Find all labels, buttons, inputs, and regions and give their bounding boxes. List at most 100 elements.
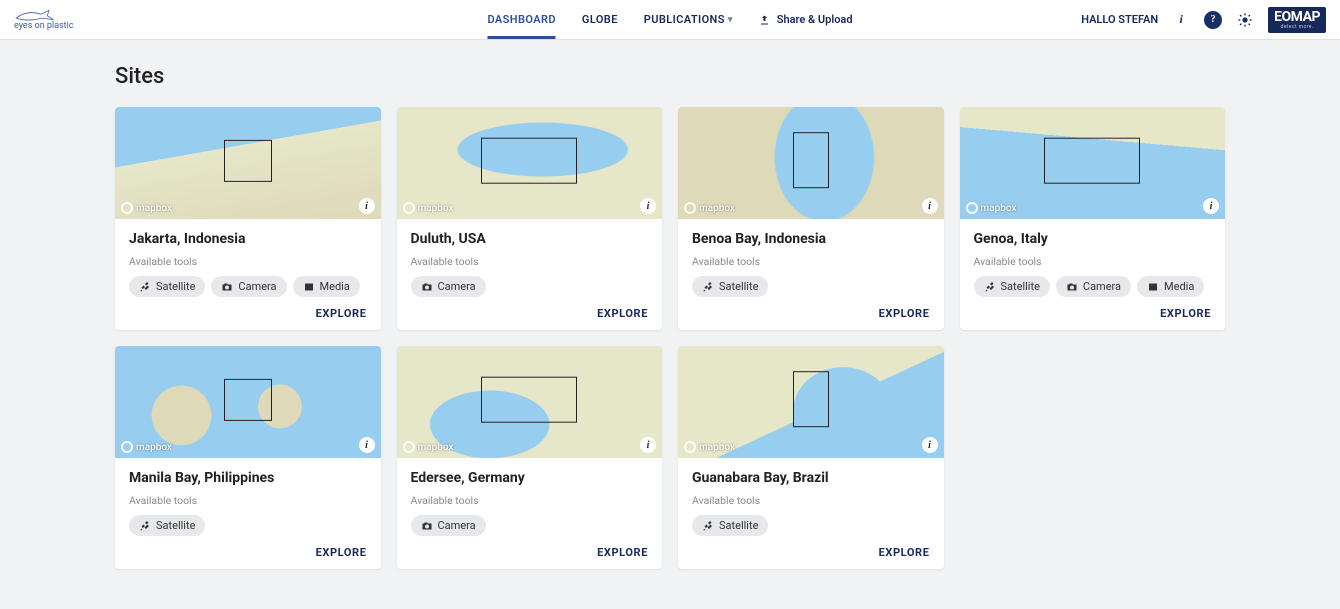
map-info-icon[interactable]: i [922, 437, 938, 453]
site-title: Duluth, USA [411, 231, 649, 247]
mapbox-label: mapbox [418, 203, 454, 214]
site-card-body: Edersee, Germany Available tools Camera … [397, 458, 663, 569]
site-card: mapbox i Edersee, Germany Available tool… [397, 346, 663, 569]
roi-rectangle [1044, 138, 1140, 184]
tool-chip-row: Satellite [692, 515, 930, 536]
nav-dashboard[interactable]: DASHBOARD [487, 0, 555, 39]
sites-grid: mapbox i Jakarta, Indonesia Available to… [115, 107, 1225, 569]
site-map-thumbnail[interactable]: mapbox i [397, 346, 663, 458]
help-icon[interactable]: ? [1204, 11, 1222, 29]
tool-chip-label: Camera [438, 280, 476, 293]
site-map-thumbnail[interactable]: mapbox i [678, 107, 944, 219]
tool-chip-camera[interactable]: Camera [411, 276, 486, 297]
camera-icon [1066, 281, 1078, 293]
tool-chip-row: Satellite [129, 515, 367, 536]
site-map-thumbnail[interactable]: mapbox i [397, 107, 663, 219]
mapbox-attribution[interactable]: mapbox [121, 441, 172, 453]
explore-button[interactable]: EXPLORE [597, 546, 648, 559]
eomap-strap-text: detect more. [1281, 25, 1314, 30]
theme-toggle-icon[interactable] [1236, 11, 1254, 29]
explore-button[interactable]: EXPLORE [879, 307, 930, 320]
explore-button[interactable]: EXPLORE [316, 546, 367, 559]
logo-eomap[interactable]: EOMAP detect more. [1268, 7, 1326, 33]
explore-button[interactable]: EXPLORE [879, 546, 930, 559]
site-card: mapbox i Manila Bay, Philippines Availab… [115, 346, 381, 569]
tool-chip-camera[interactable]: Camera [411, 515, 486, 536]
mapbox-icon [121, 202, 133, 214]
mapbox-attribution[interactable]: mapbox [121, 202, 172, 214]
tool-chip-satellite[interactable]: Satellite [974, 276, 1050, 297]
tool-chip-label: Camera [238, 280, 276, 293]
app-header: eyes on plastic DASHBOARD GLOBE PUBLICAT… [0, 0, 1340, 40]
camera-icon [421, 281, 433, 293]
map-info-icon[interactable]: i [922, 198, 938, 214]
mapbox-icon [121, 441, 133, 453]
tool-chip-camera[interactable]: Camera [211, 276, 286, 297]
logo-eyes-on-plastic[interactable]: eyes on plastic [14, 8, 74, 31]
main-nav: DASHBOARD GLOBE PUBLICATIONS ▾ Share & U… [487, 0, 852, 39]
tool-chip-label: Satellite [156, 280, 195, 293]
camera-icon [221, 281, 233, 293]
satellite-icon [139, 520, 151, 532]
site-card-body: Genoa, Italy Available tools Satellite C… [960, 219, 1226, 330]
mapbox-icon [403, 202, 415, 214]
site-map-thumbnail[interactable]: mapbox i [960, 107, 1226, 219]
roi-rectangle [793, 132, 829, 188]
site-map-thumbnail[interactable]: mapbox i [678, 346, 944, 458]
nav-share-label: Share & Upload [777, 13, 853, 26]
site-card: mapbox i Duluth, USA Available tools Cam… [397, 107, 663, 330]
mapbox-attribution[interactable]: mapbox [684, 441, 735, 453]
user-greeting[interactable]: HALLO STEFAN [1081, 13, 1158, 26]
tool-chip-row: Satellite Camera Media [974, 276, 1212, 297]
site-card-body: Benoa Bay, Indonesia Available tools Sat… [678, 219, 944, 330]
tool-chip-media[interactable]: Media [293, 276, 360, 297]
explore-button[interactable]: EXPLORE [597, 307, 648, 320]
site-map-thumbnail[interactable]: mapbox i [115, 346, 381, 458]
nav-publications[interactable]: PUBLICATIONS ▾ [644, 0, 733, 39]
site-card-body: Jakarta, Indonesia Available tools Satel… [115, 219, 381, 330]
mapbox-label: mapbox [136, 442, 172, 453]
map-info-icon[interactable]: i [640, 437, 656, 453]
nav-share-upload[interactable]: Share & Upload [759, 13, 853, 26]
main-content: Sites mapbox i Jakarta, Indonesia Availa… [0, 40, 1340, 609]
map-info-icon[interactable]: i [1203, 198, 1219, 214]
tool-chip-row: Satellite Camera Media [129, 276, 367, 297]
roi-rectangle [793, 371, 829, 427]
tool-chip-satellite[interactable]: Satellite [692, 276, 768, 297]
camera-icon [421, 520, 433, 532]
mapbox-attribution[interactable]: mapbox [684, 202, 735, 214]
available-tools-label: Available tools [974, 255, 1212, 268]
tool-chip-media[interactable]: Media [1137, 276, 1204, 297]
explore-button[interactable]: EXPLORE [316, 307, 367, 320]
mapbox-attribution[interactable]: mapbox [403, 441, 454, 453]
mapbox-attribution[interactable]: mapbox [966, 202, 1017, 214]
map-info-icon[interactable]: i [359, 437, 375, 453]
site-card-body: Duluth, USA Available tools Camera EXPLO… [397, 219, 663, 330]
mapbox-label: mapbox [981, 203, 1017, 214]
info-icon[interactable]: i [1172, 11, 1190, 29]
tool-chip-satellite[interactable]: Satellite [129, 276, 205, 297]
map-info-icon[interactable]: i [640, 198, 656, 214]
tool-chip-label: Media [1164, 280, 1194, 293]
tool-chip-satellite[interactable]: Satellite [129, 515, 205, 536]
site-card-body: Guanabara Bay, Brazil Available tools Sa… [678, 458, 944, 569]
satellite-icon [984, 281, 996, 293]
satellite-icon [139, 281, 151, 293]
available-tools-label: Available tools [411, 255, 649, 268]
available-tools-label: Available tools [129, 255, 367, 268]
explore-button[interactable]: EXPLORE [1160, 307, 1211, 320]
tool-chip-label: Satellite [1001, 280, 1040, 293]
mapbox-icon [403, 441, 415, 453]
tool-chip-satellite[interactable]: Satellite [692, 515, 768, 536]
map-info-icon[interactable]: i [359, 198, 375, 214]
nav-globe[interactable]: GLOBE [582, 0, 618, 39]
roi-rectangle [481, 138, 577, 184]
upload-icon [759, 14, 771, 26]
fish-icon [14, 8, 62, 22]
tool-chip-label: Media [320, 280, 350, 293]
tool-chip-label: Satellite [719, 280, 758, 293]
mapbox-attribution[interactable]: mapbox [403, 202, 454, 214]
site-map-thumbnail[interactable]: mapbox i [115, 107, 381, 219]
nav-publications-label: PUBLICATIONS [644, 13, 725, 26]
tool-chip-camera[interactable]: Camera [1056, 276, 1131, 297]
